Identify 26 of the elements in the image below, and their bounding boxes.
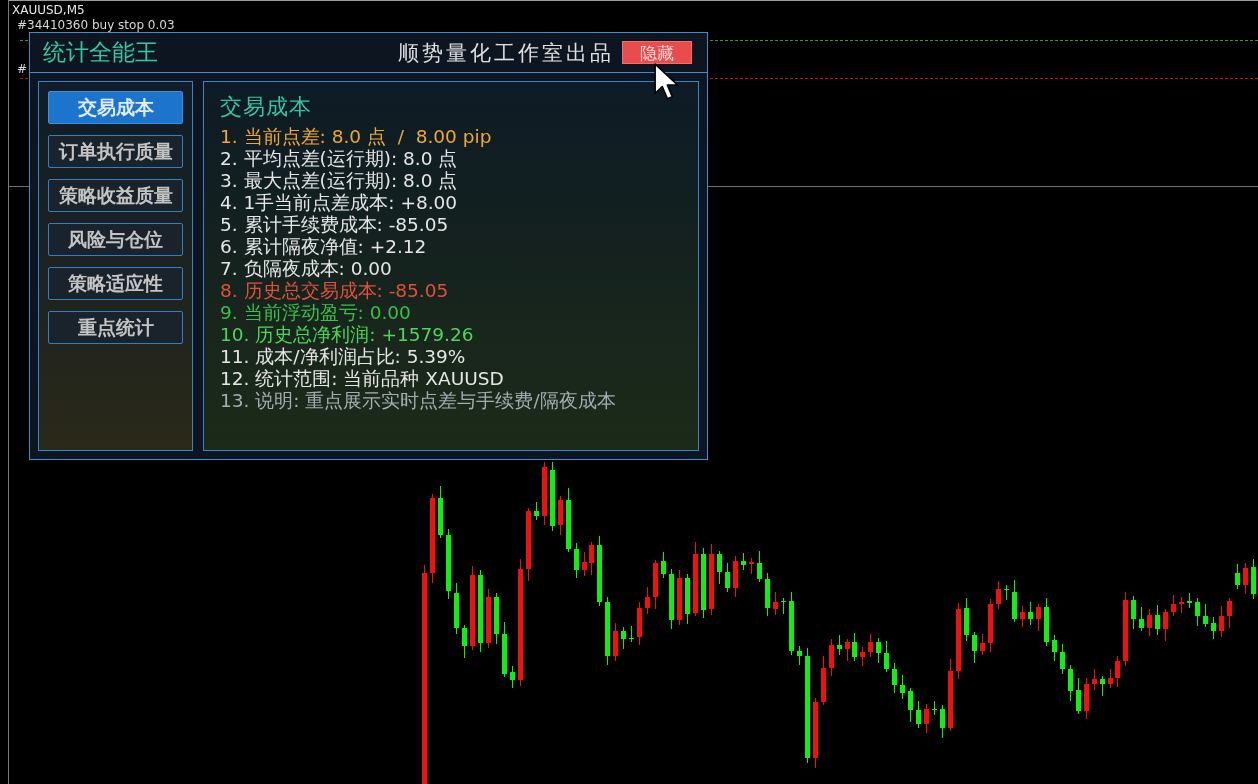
- order-label: #: [17, 63, 28, 76]
- stat-line: 5. 累计手续费成本: -85.05: [220, 214, 449, 236]
- panel-title: 统计全能王: [43, 38, 158, 67]
- chart-symbol-label: XAUUSD,M5: [12, 3, 85, 17]
- pointer-cursor-icon: [654, 63, 679, 101]
- section-heading: 交易成本: [220, 94, 312, 120]
- order-label: #34410360 buy stop 0.03: [17, 19, 175, 32]
- stat-line: 2. 平均点差(运行期): 8.0 点: [220, 148, 458, 170]
- panel-subtitle: 顺势量化工作室出品: [398, 39, 614, 67]
- stat-line: 1. 当前点差: 8.0 点 / 8.00 pip: [220, 126, 492, 148]
- stat-line: 11. 成本/净利润占比: 5.39%: [220, 346, 466, 368]
- stat-line: 8. 历史总交易成本: -85.05: [220, 280, 449, 302]
- sidebar-tab[interactable]: 交易成本: [48, 91, 183, 124]
- sidebar-tab[interactable]: 订单执行质量: [48, 135, 183, 168]
- stat-line: 3. 最大点差(运行期): 8.0 点: [220, 170, 458, 192]
- sidebar-tab[interactable]: 重点统计: [48, 311, 183, 344]
- sidebar-tab[interactable]: 策略收益质量: [48, 179, 183, 212]
- stat-line: 7. 负隔夜成本: 0.00: [220, 258, 392, 280]
- stat-line: 4. 1手当前点差成本: +8.00: [220, 192, 458, 214]
- stat-line: 10. 历史总净利润: +1579.26: [220, 324, 474, 346]
- stat-line: 13. 说明: 重点展示实时点差与手续费/隔夜成本: [220, 390, 616, 412]
- stat-line: 12. 统计范围: 当前品种 XAUUSD: [220, 368, 504, 390]
- sidebar-tab[interactable]: 风险与仓位: [48, 223, 183, 256]
- stat-line: 9. 当前浮动盈亏: 0.00: [220, 302, 411, 324]
- stat-line: 6. 累计隔夜净值: +2.12: [220, 236, 427, 258]
- sidebar-tab[interactable]: 策略适应性: [48, 267, 183, 300]
